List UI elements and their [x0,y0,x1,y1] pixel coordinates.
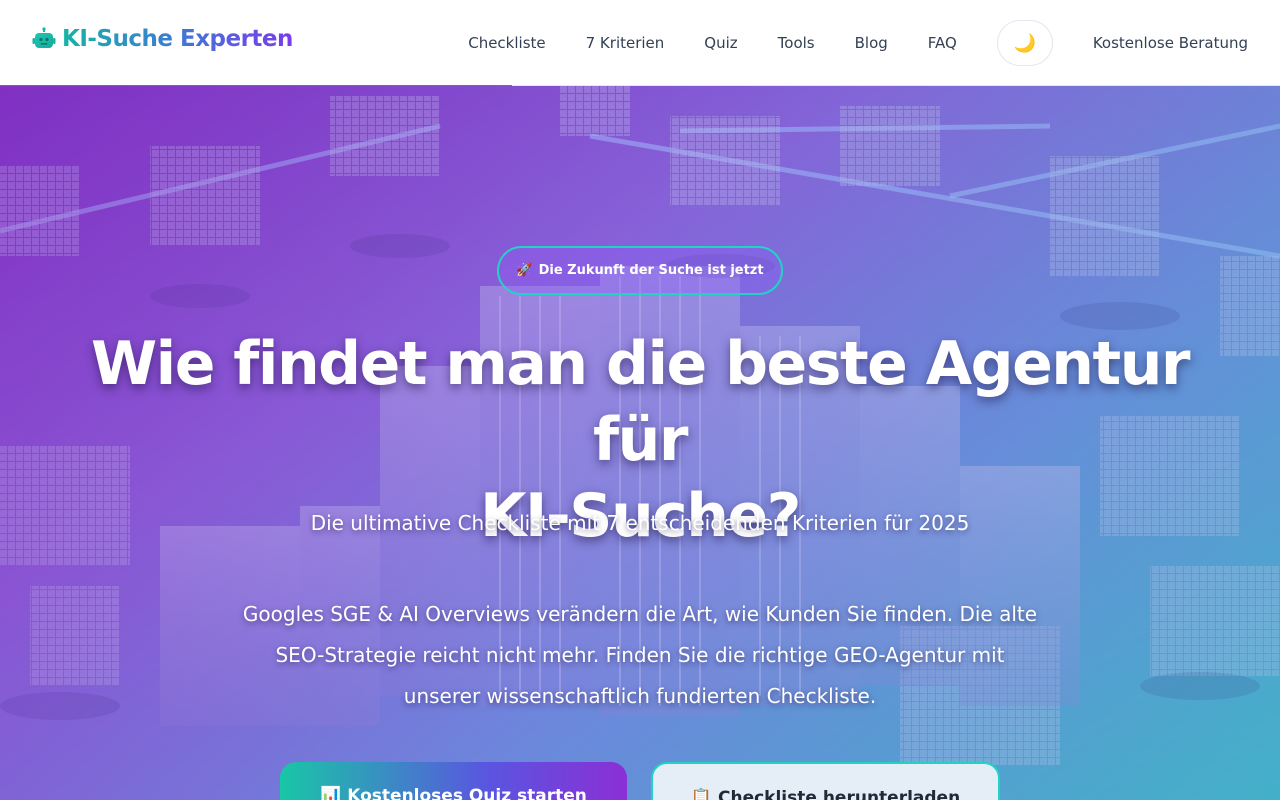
main-nav: Checkliste 7 Kriterien Quiz Tools Blog F… [468,0,1248,86]
clipboard-icon: 📋 [690,788,712,800]
start-quiz-button[interactable]: 📊 Kostenloses Quiz starten [280,762,627,800]
hero-subheadline: Die ultimative Checkliste mit 7 entschei… [310,511,970,535]
chart-icon: 📊 [320,786,342,800]
nav-link-blog[interactable]: Blog [855,34,888,52]
hero-description-line-3: unserer wissenschaftlich fundierten Chec… [403,684,877,708]
hero-badge: 🚀 Die Zukunft der Suche ist jetzt [497,246,783,295]
nav-cta-beratung[interactable]: Kostenlose Beratung [1093,34,1248,52]
hero-description-line-1: Googles SGE & AI Overviews verändern die… [242,602,1038,626]
download-checklist-button[interactable]: 📋 Checkliste herunterladen [651,762,1000,800]
hero-content: 🚀 Die Zukunft der Suche ist jetzt Wie fi… [0,86,1280,800]
hero-headline-line-1: Wie findet man die beste Agentur für [90,329,1191,475]
site-header: KI-Suche Experten Checkliste 7 Kriterien… [0,0,1280,86]
nav-link-checkliste[interactable]: Checkliste [468,34,545,52]
hero-section: 🚀 Die Zukunft der Suche ist jetzt Wie fi… [0,86,1280,800]
theme-toggle-button[interactable]: 🌙 [996,20,1053,66]
brand-logo[interactable]: KI-Suche Experten [32,26,293,52]
download-checklist-button-label: Checkliste herunterladen [717,788,961,800]
nav-link-faq[interactable]: FAQ [928,34,957,52]
moon-icon: 🌙 [1013,32,1037,53]
hero-description-line-2: SEO-Strategie reicht nicht mehr. Finden … [275,643,1005,667]
nav-link-7-kriterien[interactable]: 7 Kriterien [586,34,665,52]
hero-badge-text: Die Zukunft der Suche ist jetzt [538,263,764,278]
brand-name: KI-Suche Experten [62,26,293,52]
rocket-icon: 🚀 [516,263,533,278]
robot-icon [32,27,56,48]
nav-link-quiz[interactable]: Quiz [704,34,737,52]
start-quiz-button-label: Kostenloses Quiz starten [347,786,587,800]
hero-description: Googles SGE & AI Overviews verändern die… [200,594,1080,717]
nav-link-tools[interactable]: Tools [778,34,815,52]
